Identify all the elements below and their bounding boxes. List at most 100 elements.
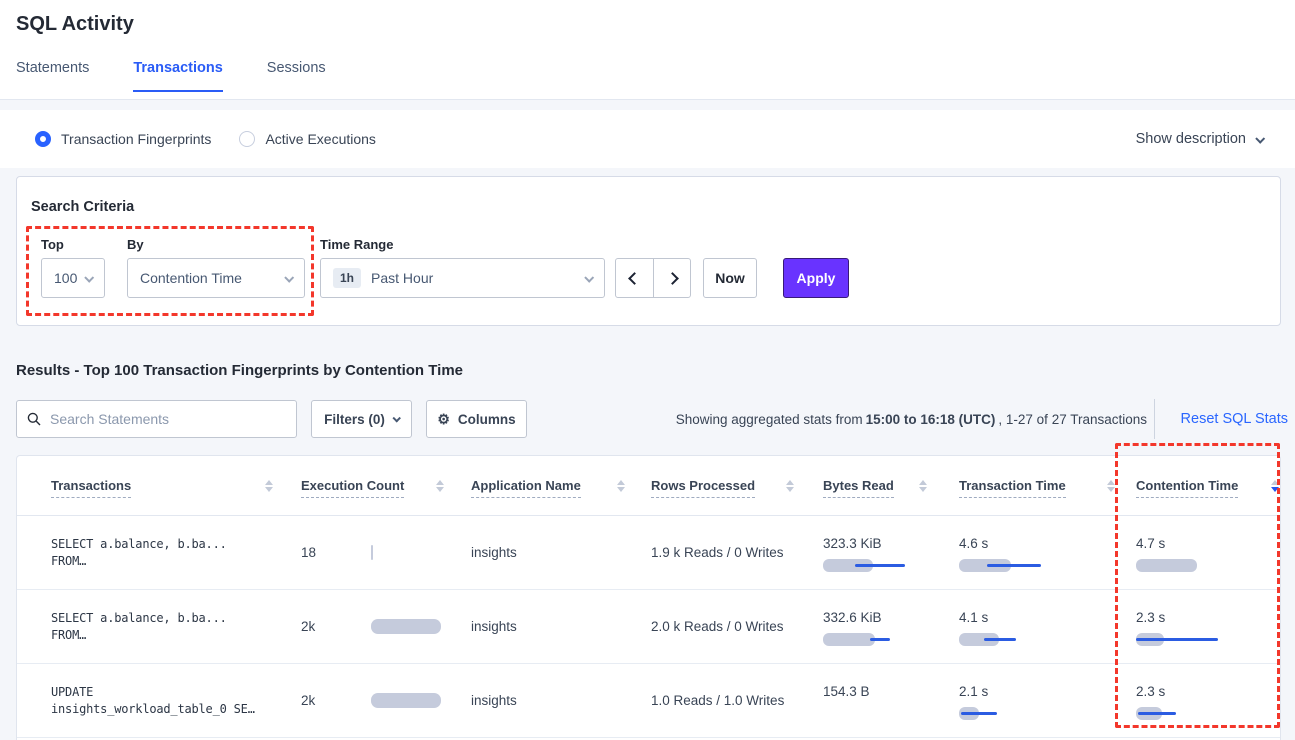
transaction-fingerprint-link[interactable]: SELECT a.balance, b.ba... FROM… bbox=[51, 590, 291, 663]
execution-count-cell: 2k bbox=[301, 590, 471, 663]
by-select-value: Contention Time bbox=[140, 270, 285, 286]
bar-latency-blue bbox=[984, 638, 1016, 641]
apply-button[interactable]: Apply bbox=[783, 258, 849, 298]
execution-count-cell: 18 bbox=[301, 516, 471, 589]
bytes-read-value: 154.3 B bbox=[823, 684, 870, 699]
contention-time-cell: 2.3 s bbox=[1136, 664, 1276, 737]
top-select-value: 100 bbox=[54, 270, 85, 286]
contention-time-value: 2.3 s bbox=[1136, 610, 1165, 625]
table-row[interactable]: SELECT a.balance, b.ba... FROM… 18 insig… bbox=[17, 516, 1280, 590]
contention-time-cell: 4.7 s bbox=[1136, 516, 1276, 589]
top-select[interactable]: 100 bbox=[41, 258, 105, 298]
sort-icon-transaction-time[interactable] bbox=[1107, 480, 1115, 492]
radio-label: Active Executions bbox=[265, 131, 376, 147]
chevron-down-icon bbox=[284, 272, 294, 282]
tab-transactions[interactable]: Transactions bbox=[133, 60, 222, 92]
bytes-read-bar bbox=[823, 707, 923, 720]
contention-time-value: 4.7 s bbox=[1136, 536, 1165, 551]
filters-button[interactable]: Filters (0) bbox=[311, 400, 412, 438]
sql-activity-page: SQL Activity Statements Transactions Ses… bbox=[0, 0, 1295, 740]
chevron-down-icon bbox=[392, 414, 400, 422]
column-header-rows-processed[interactable]: Rows Processed bbox=[651, 478, 755, 498]
view-toggle-band: Transaction Fingerprints Active Executio… bbox=[0, 110, 1295, 168]
application-name-cell: insights bbox=[471, 516, 641, 589]
results-heading: Results - Top 100 Transaction Fingerprin… bbox=[16, 362, 463, 379]
chevron-down-icon bbox=[84, 272, 94, 282]
transaction-time-cell: 2.1 s bbox=[959, 664, 1129, 737]
search-icon bbox=[27, 412, 41, 426]
rows-processed-cell: 2.0 k Reads / 0 Writes bbox=[651, 590, 821, 663]
transaction-time-bar bbox=[959, 707, 1059, 720]
reset-sql-stats-link[interactable]: Reset SQL Stats bbox=[1181, 400, 1288, 438]
transaction-time-value: 4.6 s bbox=[959, 536, 988, 551]
chevron-left-icon bbox=[628, 272, 641, 285]
time-range-pager bbox=[615, 258, 691, 298]
execution-count-cell: 2k bbox=[301, 664, 471, 737]
bytes-read-cell: 332.6 KiB bbox=[823, 590, 953, 663]
view-toggle-group: Transaction Fingerprints Active Executio… bbox=[35, 110, 376, 168]
column-header-transactions[interactable]: Transactions bbox=[51, 478, 131, 498]
search-statements-input[interactable] bbox=[50, 411, 286, 427]
column-header-bytes-read[interactable]: Bytes Read bbox=[823, 478, 894, 498]
radio-active-executions[interactable]: Active Executions bbox=[239, 131, 376, 147]
now-button[interactable]: Now bbox=[703, 258, 757, 298]
transaction-time-cell: 4.1 s bbox=[959, 590, 1129, 663]
sort-icon-bytes-read[interactable] bbox=[919, 480, 927, 492]
bytes-read-cell: 154.3 B bbox=[823, 664, 953, 737]
table-row[interactable]: SELECT a.balance, b.ba... FROM… 2k insig… bbox=[17, 590, 1280, 664]
contention-time-bar bbox=[1136, 633, 1236, 646]
transaction-time-value: 4.1 s bbox=[959, 610, 988, 625]
time-range-badge: 1h bbox=[333, 268, 361, 288]
sort-icon-contention-time[interactable] bbox=[1271, 480, 1279, 492]
radio-selected-icon bbox=[35, 131, 51, 147]
time-range-next-button[interactable] bbox=[653, 259, 690, 297]
column-header-execution-count[interactable]: Execution Count bbox=[301, 478, 404, 498]
bar-total-gray bbox=[371, 693, 441, 708]
transaction-fingerprint-link[interactable]: UPDATE insights_workload_table_0 SE… bbox=[51, 664, 291, 737]
sql-text-line1: UPDATE bbox=[51, 685, 93, 699]
execution-count-value: 2k bbox=[301, 619, 371, 634]
show-description-toggle[interactable]: Show description bbox=[1136, 110, 1263, 168]
column-header-application-name[interactable]: Application Name bbox=[471, 478, 581, 498]
tab-sessions[interactable]: Sessions bbox=[267, 60, 326, 92]
bytes-read-bar bbox=[823, 559, 923, 572]
sort-icon-transactions[interactable] bbox=[265, 480, 273, 492]
tab-statements[interactable]: Statements bbox=[16, 60, 89, 92]
bytes-read-value: 323.3 KiB bbox=[823, 536, 882, 551]
execution-count-bar bbox=[371, 693, 451, 708]
bar-latency-blue bbox=[855, 564, 905, 567]
transaction-fingerprint-link[interactable]: SELECT a.balance, b.ba... FROM… bbox=[51, 516, 291, 589]
columns-button[interactable]: ⚙ Columns bbox=[426, 400, 527, 438]
top-field-label: Top bbox=[41, 237, 64, 252]
bytes-read-bar bbox=[823, 633, 923, 646]
bar-latency-blue bbox=[870, 638, 890, 641]
sql-text-line1: SELECT a.balance, b.ba... bbox=[51, 537, 227, 551]
by-field-label: By bbox=[127, 237, 144, 252]
time-range-select[interactable]: 1h Past Hour bbox=[320, 258, 605, 298]
execution-count-value: 2k bbox=[301, 693, 371, 708]
contention-time-bar bbox=[1136, 559, 1236, 572]
column-header-transaction-time[interactable]: Transaction Time bbox=[959, 478, 1066, 498]
stats-time-range: 15:00 to 16:18 (UTC) bbox=[866, 412, 996, 427]
transaction-time-value: 2.1 s bbox=[959, 684, 988, 699]
time-range-prev-button[interactable] bbox=[616, 259, 653, 297]
toolbar-divider bbox=[1154, 399, 1155, 439]
chevron-right-icon bbox=[666, 272, 679, 285]
sql-text-line2: insights_workload_table_0 SE… bbox=[51, 702, 255, 716]
radio-transaction-fingerprints[interactable]: Transaction Fingerprints bbox=[35, 131, 211, 147]
stats-suffix: , 1-27 of 27 Transactions bbox=[998, 412, 1147, 427]
execution-count-bar bbox=[371, 545, 451, 560]
bar-total-gray bbox=[823, 633, 875, 646]
column-header-contention-time[interactable]: Contention Time bbox=[1136, 478, 1238, 498]
stats-prefix: Showing aggregated stats from bbox=[676, 412, 863, 427]
sort-icon-application-name[interactable] bbox=[617, 480, 625, 492]
rows-processed-cell: 1.0 Reads / 1.0 Writes bbox=[651, 664, 821, 737]
sort-icon-execution-count[interactable] bbox=[436, 480, 444, 492]
sort-icon-rows-processed[interactable] bbox=[786, 480, 794, 492]
by-select[interactable]: Contention Time bbox=[127, 258, 305, 298]
contention-time-value: 2.3 s bbox=[1136, 684, 1165, 699]
tab-bar: Statements Transactions Sessions bbox=[16, 60, 326, 92]
bar-latency-blue bbox=[1138, 712, 1176, 715]
table-row[interactable]: UPDATE insights_workload_table_0 SE… 2k … bbox=[17, 664, 1280, 738]
bytes-read-cell: 323.3 KiB bbox=[823, 516, 953, 589]
